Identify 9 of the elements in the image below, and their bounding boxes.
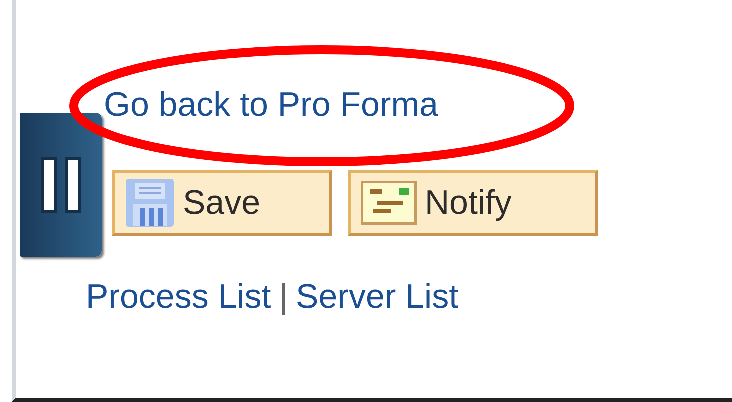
nav-link[interactable]: Process List — [86, 278, 272, 317]
toolbar-button[interactable]: Save — [112, 170, 332, 236]
pause-icon — [41, 157, 81, 213]
note-icon — [361, 181, 417, 225]
back-link[interactable]: Go back to Pro Forma — [104, 80, 732, 130]
toolbar-button[interactable]: Notify — [348, 170, 598, 236]
pause-tab[interactable] — [20, 113, 102, 257]
link-separator: | — [279, 278, 288, 317]
nav-link[interactable]: Server List — [296, 278, 459, 317]
